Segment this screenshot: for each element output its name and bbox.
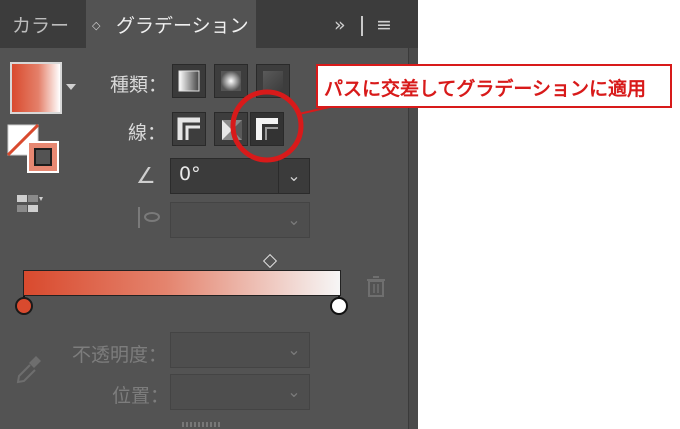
annotation-text: パスに交差してグラデーションに適用 [324, 78, 647, 100]
annotation-callout: パスに交差してグラデーションに適用 [316, 64, 672, 108]
highlight-circle [230, 89, 304, 163]
